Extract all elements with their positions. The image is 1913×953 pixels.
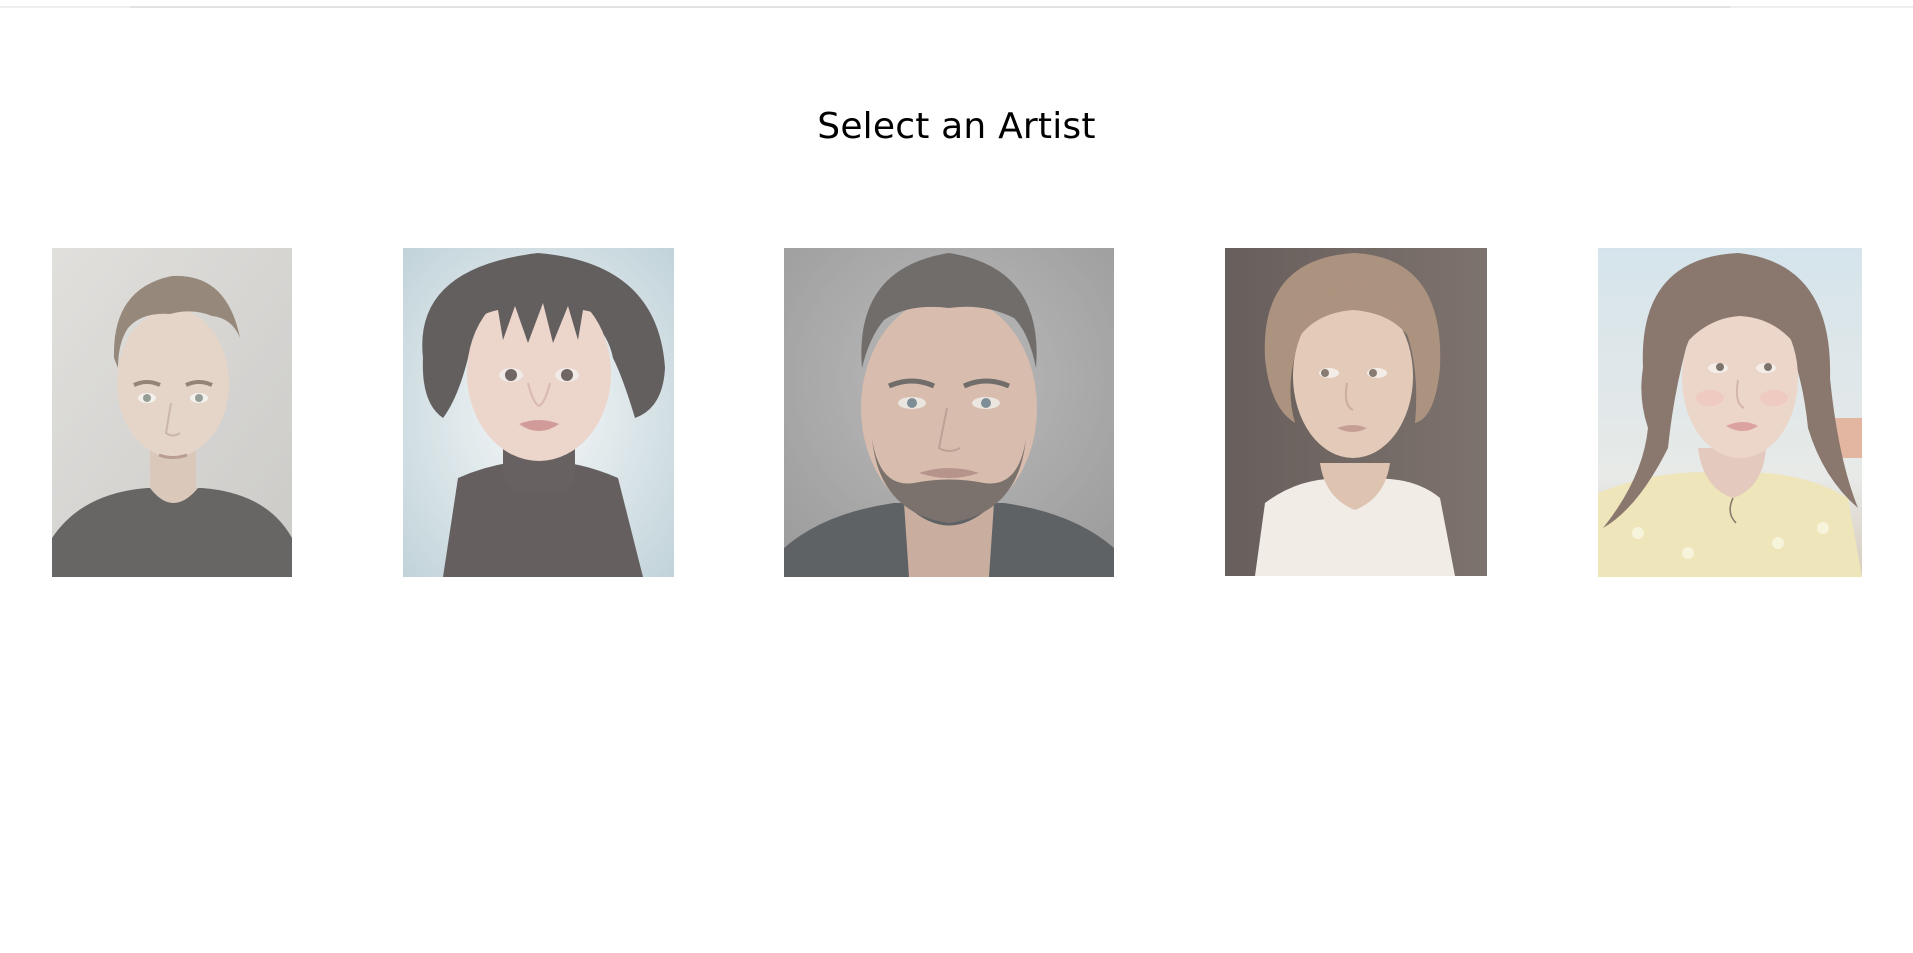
page-title: Select an Artist — [817, 106, 1096, 148]
top-divider-line — [130, 6, 1730, 8]
artist-card-5[interactable] — [1598, 248, 1862, 577]
artist-portrait-3 — [784, 248, 1114, 577]
artist-portrait-5 — [1598, 248, 1862, 577]
artist-portrait-1 — [52, 248, 292, 577]
artist-portrait-4 — [1225, 248, 1487, 576]
artist-card-1[interactable] — [52, 248, 292, 577]
artist-card-3[interactable] — [784, 248, 1114, 577]
artist-card-2[interactable] — [403, 248, 674, 577]
top-divider — [0, 6, 1913, 8]
artist-portrait-2 — [403, 248, 674, 577]
artist-card-4[interactable] — [1225, 248, 1487, 576]
